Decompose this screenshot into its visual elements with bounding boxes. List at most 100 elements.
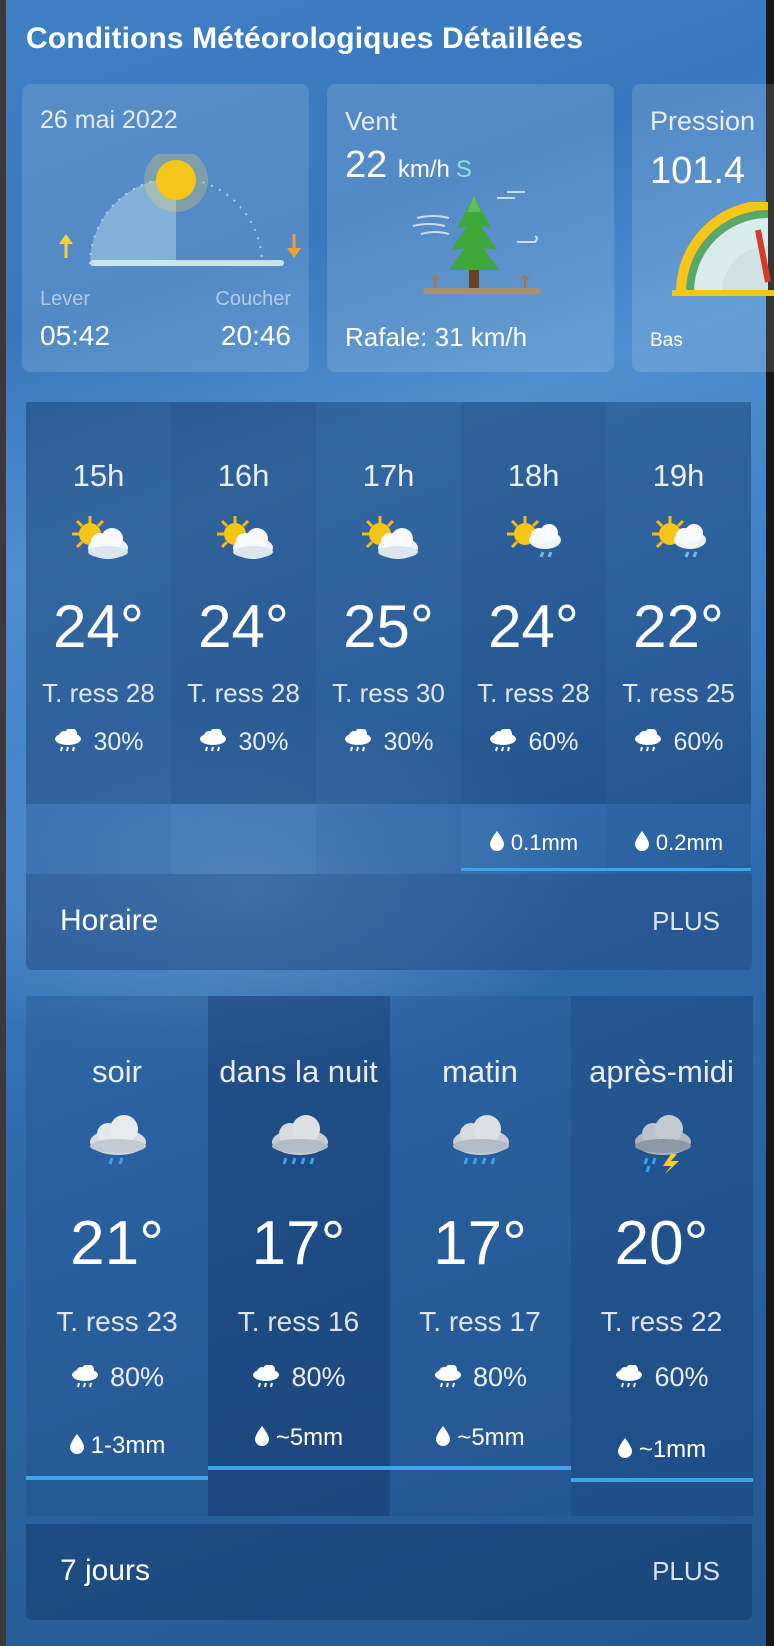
hour-pop-value: 60% [528, 728, 579, 756]
hourly-more-button[interactable]: PLUS [652, 906, 720, 937]
hour-temperature: 22° [633, 593, 724, 660]
day-period: soir [92, 1054, 142, 1089]
day-precip-value: ~5mm [457, 1424, 525, 1451]
droplet-icon [69, 1434, 84, 1454]
screen-edge-left [0, 0, 6, 1646]
rain-cloud-icon [82, 1112, 152, 1177]
hour-precip-bar [461, 868, 606, 871]
day-precip-probability: 80% [208, 1362, 390, 1393]
droplet-icon [617, 1438, 632, 1458]
day-precip-value: ~5mm [275, 1424, 344, 1451]
day-feels-like: T. ress 23 [56, 1306, 178, 1337]
rain-cloud-small-icon [55, 729, 82, 752]
partly-cloudy-icon [211, 512, 277, 573]
daily-item[interactable]: après-midi 20° T. ress 22 60% ~1mm [570, 996, 753, 1516]
hour-precip-amount: 0.2mm [606, 830, 751, 856]
hourly-title: Horaire [60, 904, 159, 937]
daily-item[interactable]: dans la nuit 17° T. ress 16 80% ~5mm [207, 996, 390, 1516]
hourly-item[interactable]: 16h 24° T. ress 28 30% [171, 402, 316, 804]
day-temperature: 17° [251, 1209, 346, 1278]
day-precip-bar [26, 1476, 208, 1480]
hour-time: 17h [362, 458, 415, 493]
wind-unit: km/h [397, 156, 450, 183]
daily-title: 7 jours [60, 1554, 151, 1587]
hour-precip-cell [171, 804, 316, 874]
daily-footer[interactable]: 7 jours PLUS [26, 1524, 752, 1620]
sunset-label: Coucher [215, 288, 291, 310]
daily-item[interactable]: matin 17° T. ress 17 80% ~5mm [389, 996, 571, 1516]
thunderstorm-icon [627, 1112, 697, 1179]
day-precip-bar [570, 1478, 753, 1482]
sun-showers-icon [646, 512, 712, 573]
wind-direction: S [455, 156, 472, 183]
day-pop-value: 80% [109, 1362, 165, 1392]
hour-precip-value: 0.1mm [510, 830, 579, 855]
heavy-rain-cloud-icon [445, 1112, 515, 1177]
partly-cloudy-icon [356, 512, 422, 573]
hour-precip-amount: 0.1mm [461, 830, 606, 856]
pressure-low-label: Bas [650, 330, 683, 351]
day-temperature: 21° [70, 1209, 164, 1278]
sun-showers-icon [501, 512, 567, 573]
hour-pop-value: 30% [93, 728, 144, 756]
rain-cloud-small-icon [253, 1365, 280, 1388]
heavy-rain-cloud-icon [264, 1112, 334, 1177]
day-pop-value: 80% [291, 1362, 346, 1392]
hourly-item[interactable]: 17h 25° T. ress 30 30% [316, 402, 461, 804]
day-precip-probability: 60% [571, 1362, 753, 1393]
day-pop-value: 80% [472, 1362, 528, 1392]
droplet-icon [254, 1426, 269, 1446]
rain-cloud-small-icon [434, 1365, 461, 1388]
weather-screen: Conditions Météorologiques Détaillées 26… [0, 0, 774, 1646]
hour-feels-like: T. ress 30 [332, 678, 445, 708]
hour-time: 16h [217, 458, 270, 493]
hour-pop-value: 60% [673, 728, 724, 756]
rain-cloud-small-icon [616, 1365, 643, 1388]
day-period: dans la nuit [219, 1054, 378, 1089]
wind-speed-value: 22 [345, 144, 388, 186]
daily-more-button[interactable]: PLUS [652, 1556, 720, 1587]
hour-temperature: 24° [488, 593, 579, 660]
rain-cloud-small-icon [635, 729, 662, 752]
day-precip-probability: 80% [26, 1362, 208, 1393]
day-period: matin [442, 1054, 518, 1089]
day-precip-amount: ~1mm [571, 1436, 753, 1464]
hour-feels-like: T. ress 28 [187, 678, 300, 708]
hour-temperature: 24° [198, 593, 289, 660]
hour-time: 18h [507, 458, 560, 493]
day-temperature: 20° [614, 1209, 709, 1278]
daily-forecast: soir 21° T. ress 23 80% 1-3mm dans la nuit 17°… [26, 996, 753, 1624]
hourly-item[interactable]: 18h 24° T. ress 28 60% [461, 402, 606, 804]
pressure-card[interactable]: Pression 101.4 Bas [632, 84, 774, 372]
sunset-time: 20:46 [220, 320, 291, 351]
wind-card[interactable]: Vent 22 km/h S Rafale: 31 km/h [327, 84, 614, 372]
sunrise-arrow-icon [59, 234, 73, 258]
hour-precip-probability: 60% [606, 728, 751, 757]
hourly-item[interactable]: 19h 22° T. ress 25 60% [606, 402, 751, 804]
hour-time: 19h [652, 458, 705, 493]
day-precip-amount: ~5mm [389, 1424, 571, 1452]
wind-speed: 22 km/h S [345, 144, 472, 187]
rain-cloud-small-icon [71, 1365, 98, 1388]
daily-item[interactable]: soir 21° T. ress 23 80% 1-3mm [26, 996, 208, 1516]
sun-date: 26 mai 2022 [40, 106, 178, 134]
pressure-title: Pression [650, 106, 756, 136]
hourly-item[interactable]: 15h 24° T. ress 28 30% [26, 402, 171, 804]
hour-precip-cell [26, 804, 171, 874]
day-feels-like: T. ress 22 [600, 1306, 723, 1337]
pressure-value: 101.4 [650, 150, 746, 192]
day-precip-bar [207, 1466, 390, 1470]
sunrise-label: Lever [40, 288, 91, 310]
sunrise-sunset-card[interactable]: 26 mai 2022 Lever Coucher 05:42 20:46 [22, 84, 309, 372]
rain-cloud-small-icon [200, 729, 227, 752]
pressure-gauge-icon [672, 202, 774, 296]
hour-pop-value: 30% [383, 728, 434, 756]
hour-time: 15h [72, 458, 125, 493]
hour-precip-probability: 30% [171, 728, 316, 757]
hourly-footer[interactable]: Horaire PLUS [26, 874, 752, 970]
hour-feels-like: T. ress 28 [477, 678, 590, 708]
wind-title: Vent [345, 106, 398, 136]
hour-precip-probability: 30% [316, 728, 461, 757]
droplet-icon [634, 831, 649, 851]
hour-precip-cell [316, 804, 461, 874]
